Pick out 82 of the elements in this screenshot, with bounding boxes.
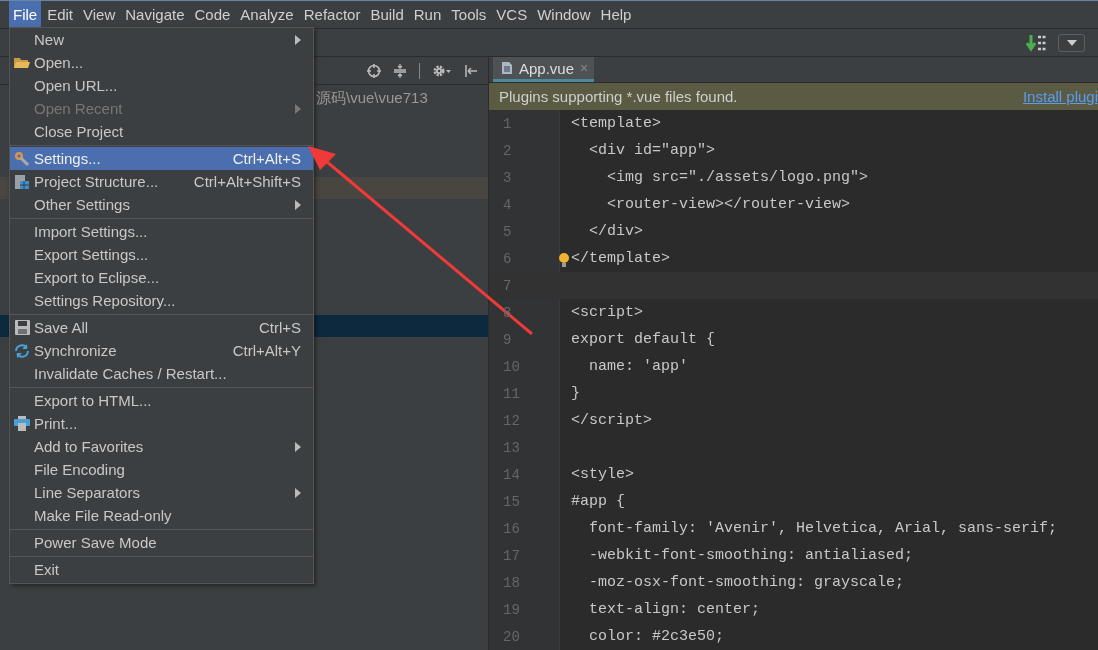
menu-item[interactable]: Run	[409, 1, 446, 28]
wrench-icon	[14, 150, 30, 167]
code-line: <div id="app">	[588, 142, 716, 159]
menu-item[interactable]: Analyze	[236, 1, 298, 28]
lightbulb-icon[interactable]	[558, 252, 570, 268]
menu-entry[interactable]: Synchronize Ctrl+Alt+Y	[10, 339, 313, 362]
code-line: font-family: 'Avenir', Helvetica, Arial, sans-serif;	[588, 520, 1058, 537]
menu-item[interactable]: VCS	[492, 1, 532, 28]
folder-icon	[14, 56, 30, 69]
sync-icon	[14, 342, 30, 359]
shortcut-text: Ctrl+Alt+S	[232, 150, 301, 167]
hide-panel-icon[interactable]	[464, 63, 478, 78]
code-line: <style>	[571, 466, 634, 483]
menu-entry[interactable]: New	[10, 28, 313, 51]
menu-item[interactable]: Build	[366, 1, 408, 28]
code-line: <script>	[571, 304, 643, 321]
shortcut-text: Ctrl+Alt+Shift+S	[193, 173, 301, 190]
save-icon	[14, 320, 30, 335]
menu-item[interactable]: Help	[596, 1, 636, 28]
menu-entry[interactable]: Invalidate Caches / Restart...	[10, 362, 313, 385]
menu-entry[interactable]: Export Settings...	[10, 243, 313, 266]
code-line: color: #2c3e50;	[588, 628, 725, 645]
crosshair-icon[interactable]	[367, 63, 381, 78]
caret-icon	[1066, 39, 1077, 46]
code-line: </div>	[588, 223, 643, 240]
submenu-arrow-icon	[295, 199, 301, 210]
menu-entry[interactable]: Power Save Mode	[10, 531, 313, 554]
menu-item[interactable]: Code	[190, 1, 235, 28]
menu-entry[interactable]: Make File Read-only	[10, 504, 313, 527]
code-line: <template>	[571, 115, 661, 132]
menu-item[interactable]: Edit	[43, 1, 78, 28]
menu-entry[interactable]: Export to Eclipse...	[10, 266, 313, 289]
menu-entry[interactable]: Close Project	[10, 120, 313, 143]
code-line: -webkit-font-smoothing: antialiased;	[588, 547, 914, 564]
menu-entry[interactable]: Print...	[10, 412, 313, 435]
code-line: text-align: center;	[588, 601, 761, 618]
printer-icon	[14, 416, 30, 431]
menu-entry[interactable]: Settings... Ctrl+Alt+S	[10, 147, 313, 170]
menu-item[interactable]: File	[9, 1, 42, 28]
code-line: </template>	[571, 250, 671, 267]
code-line: export default {	[571, 331, 716, 348]
code-line: <router-view></router-view>	[606, 196, 851, 213]
settings-icon[interactable]	[432, 63, 452, 78]
menu-entry[interactable]: Line Separators	[10, 481, 313, 504]
code-line: -moz-osx-font-smoothing: grayscale;	[588, 574, 905, 591]
menu-item[interactable]: Refactor	[299, 1, 365, 28]
menu-entry[interactable]: Add to Favorites	[10, 435, 313, 458]
menu-entry[interactable]: Project Structure... Ctrl+Alt+Shift+S	[10, 170, 313, 193]
menu-entry[interactable]: Open URL...	[10, 74, 313, 97]
editor-tab[interactable]: App.vue ×	[493, 57, 595, 83]
download-arrow-icon[interactable]	[1026, 33, 1048, 52]
code-line: <img src="./assets/logo.png">	[606, 169, 869, 186]
menu-entry[interactable]: Import Settings...	[10, 220, 313, 243]
menu-item[interactable]: Tools	[447, 1, 491, 28]
menu-item[interactable]: Navigate	[121, 1, 189, 28]
code-line: </script>	[571, 412, 652, 429]
project-path: 源码\vue\vue713	[316, 89, 428, 106]
menu-entry[interactable]: File Encoding	[10, 458, 313, 481]
dropdown-button[interactable]	[1058, 33, 1085, 52]
collapse-icon[interactable]	[393, 63, 407, 78]
tab-label: App.vue	[519, 59, 575, 77]
submenu-arrow-icon	[295, 34, 301, 45]
code-line: name: 'app'	[588, 358, 689, 375]
code-line: }	[571, 385, 580, 402]
file-icon	[501, 61, 513, 76]
menu-entry[interactable]: Settings Repository...	[10, 289, 313, 312]
menu-item[interactable]: Window	[533, 1, 595, 28]
menu-entry[interactable]: Other Settings	[10, 193, 313, 216]
submenu-arrow-icon	[295, 441, 301, 452]
menu-item[interactable]: View	[79, 1, 120, 28]
submenu-arrow-icon	[295, 487, 301, 498]
menu-entry[interactable]: Export to HTML...	[10, 389, 313, 412]
submenu-arrow-icon	[295, 103, 301, 114]
line-number: 8	[502, 304, 513, 321]
menu-entry[interactable]: Exit	[10, 558, 313, 581]
menu-entry[interactable]: Save All Ctrl+S	[10, 316, 313, 339]
shortcut-text: Ctrl+Alt+Y	[232, 342, 301, 359]
notification-message: Plugins supporting *.vue files found.	[499, 88, 738, 106]
menu-entry[interactable]: Open...	[10, 51, 313, 74]
code-line: #app {	[571, 493, 625, 510]
shortcut-text: Ctrl+S	[258, 319, 301, 336]
grid-icon	[14, 173, 30, 190]
